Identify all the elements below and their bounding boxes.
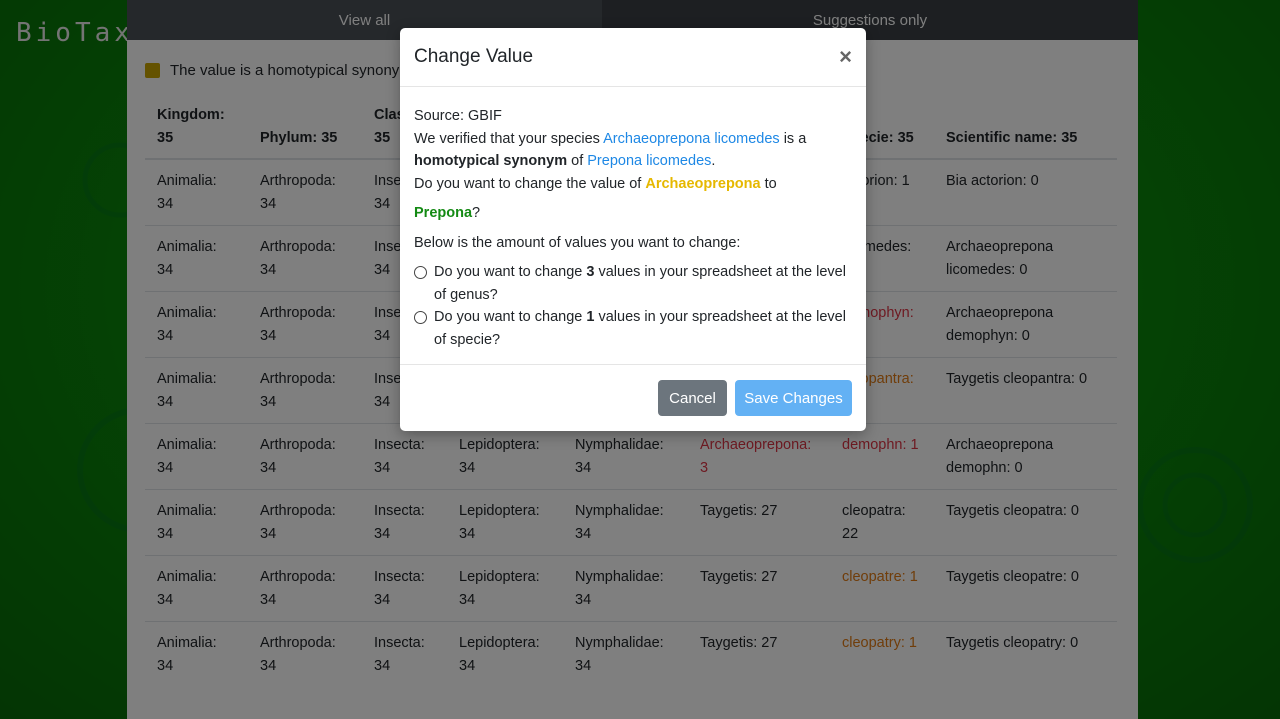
to-text: to [764, 175, 777, 192]
is-a-text: is a [783, 130, 807, 147]
question-suffix: ? [472, 205, 481, 221]
synonym-type: homotypical synonym [414, 153, 568, 169]
option-prefix: Do you want to change [434, 309, 583, 325]
option-specie[interactable]: Do you want to change 1 values in your s… [414, 306, 852, 351]
radio-specie[interactable] [414, 311, 427, 324]
new-genus-line: Prepona? [414, 202, 852, 225]
modal-header: Change Value × [400, 28, 866, 87]
of-text: of [571, 153, 584, 169]
species-link[interactable]: Archaeoprepona licomedes [603, 131, 780, 147]
cancel-button[interactable]: Cancel [658, 380, 727, 416]
modal-body: Source: GBIF We verified that your speci… [400, 87, 866, 351]
amount-label: Below is the amount of values you want t… [414, 234, 741, 251]
close-icon[interactable]: × [839, 46, 852, 68]
accepted-name-link[interactable]: Prepona licomedes [587, 153, 711, 169]
question-prefix: Do you want to change the value of [414, 175, 642, 192]
verified-prefix: We verified that your species [414, 130, 600, 147]
modal-footer: Cancel Save Changes [400, 364, 866, 431]
old-genus: Archaeoprepona [645, 175, 761, 192]
source-line: Source: GBIF [414, 108, 502, 124]
radio-genus[interactable] [414, 266, 427, 279]
change-value-modal: Change Value × Source: GBIF We verified … [400, 28, 866, 431]
new-genus: Prepona [414, 205, 473, 221]
option-prefix: Do you want to change [434, 264, 583, 280]
option-count: 1 [586, 309, 595, 325]
option-count: 3 [586, 264, 595, 280]
modal-title: Change Value [414, 46, 534, 67]
save-changes-button[interactable]: Save Changes [735, 380, 852, 416]
change-question: Do you want to change the value of Archa… [414, 173, 852, 196]
verification-text: We verified that your species Archaeopre… [414, 130, 807, 170]
option-genus[interactable]: Do you want to change 3 values in your s… [414, 261, 852, 306]
